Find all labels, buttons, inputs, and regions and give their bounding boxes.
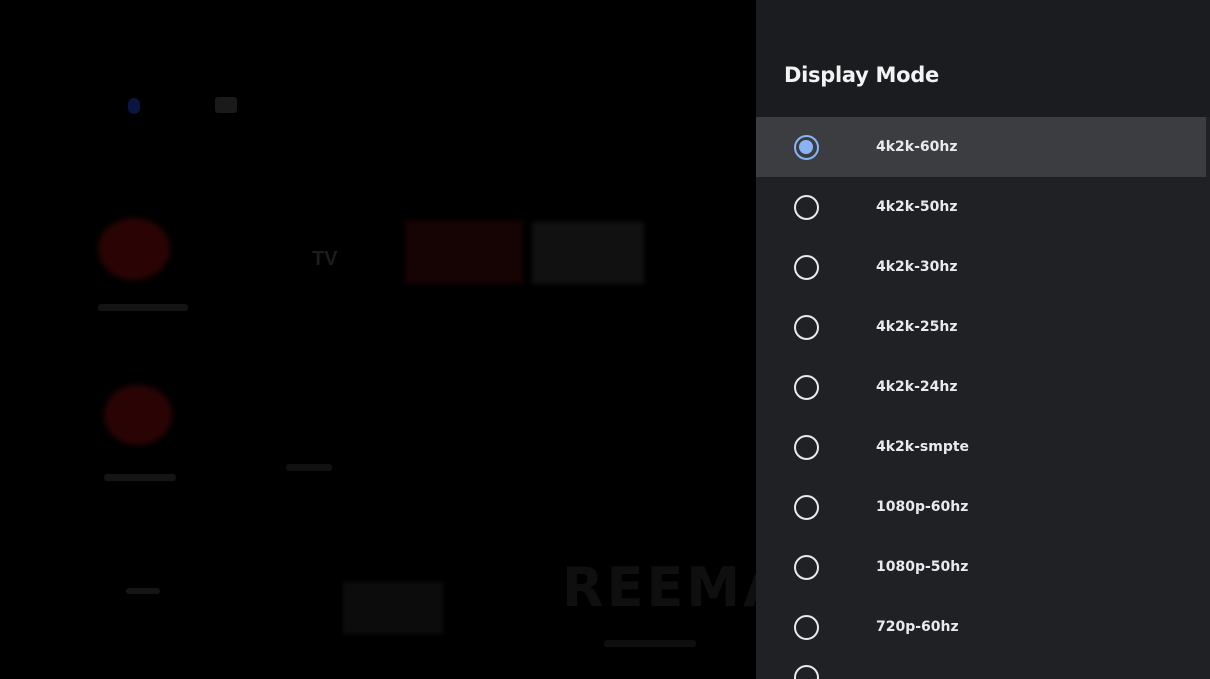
option-label: 4k2k-30hz (876, 259, 958, 275)
panel-header: Display Mode (756, 0, 1210, 117)
home-screen-background: TV REEMA (0, 0, 756, 679)
row-label (126, 588, 160, 594)
option-label: 1080p-60hz (876, 499, 969, 515)
radio-icon (794, 665, 819, 679)
content-thumbnail (343, 582, 443, 634)
featured-banner (532, 222, 644, 284)
panel-title: Display Mode (784, 63, 939, 87)
input-source-icon (215, 97, 237, 113)
brand-subtitle (604, 640, 696, 647)
option-4k2k-smpte[interactable]: 4k2k-smpte (756, 417, 1206, 477)
option-720p-60hz[interactable]: 720p-60hz (756, 597, 1206, 657)
app-tile (98, 218, 170, 280)
option-4k2k-50hz[interactable]: 4k2k-50hz (756, 177, 1206, 237)
option-label: 4k2k-50hz (876, 199, 958, 215)
radio-icon (794, 434, 819, 460)
option-next-partial[interactable] (756, 657, 1206, 679)
option-label: 4k2k-25hz (876, 319, 958, 335)
radio-icon (794, 374, 819, 400)
option-4k2k-25hz[interactable]: 4k2k-25hz (756, 297, 1206, 357)
app-tile-label (286, 464, 332, 471)
radio-icon (794, 314, 819, 340)
radio-icon (794, 494, 819, 520)
option-1080p-60hz[interactable]: 1080p-60hz (756, 477, 1206, 537)
option-1080p-50hz[interactable]: 1080p-50hz (756, 537, 1206, 597)
radio-icon (794, 194, 819, 220)
radio-icon (794, 614, 819, 640)
option-label: 4k2k-24hz (876, 379, 958, 395)
radio-icon (794, 554, 819, 580)
tv-app-label: TV (312, 248, 338, 270)
app-tile-label (98, 304, 188, 311)
display-mode-panel: Display Mode 4k2k-60hz 4k2k-50hz 4k2k-30… (756, 0, 1210, 679)
featured-banner (405, 220, 523, 284)
microphone-icon (128, 98, 140, 114)
app-tile-label (104, 474, 176, 481)
option-label: 4k2k-60hz (876, 139, 958, 155)
display-mode-options: 4k2k-60hz 4k2k-50hz 4k2k-30hz 4k2k-25hz … (756, 117, 1210, 679)
radio-icon (794, 134, 819, 160)
brand-logo-text: REEMA (562, 556, 756, 619)
option-4k2k-24hz[interactable]: 4k2k-24hz (756, 357, 1206, 417)
tv-screen: TV REEMA Display Mode 4k2k-60hz 4k2k-50h… (0, 0, 1210, 679)
option-label: 720p-60hz (876, 619, 959, 635)
app-tile (104, 385, 172, 445)
option-label: 1080p-50hz (876, 559, 969, 575)
option-4k2k-60hz[interactable]: 4k2k-60hz (756, 117, 1206, 177)
option-label: 4k2k-smpte (876, 439, 970, 455)
option-4k2k-30hz[interactable]: 4k2k-30hz (756, 237, 1206, 297)
radio-icon (794, 254, 819, 280)
